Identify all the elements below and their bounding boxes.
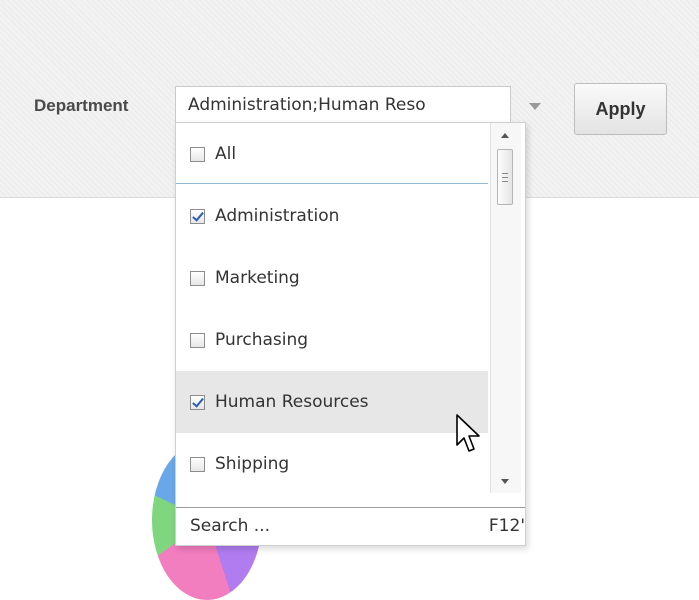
scroll-down-arrow-icon[interactable] [501, 479, 509, 484]
dropdown-item-shipping[interactable]: Shipping [176, 433, 488, 495]
dropdown-item-label: Marketing [215, 268, 300, 288]
checkbox[interactable] [190, 146, 205, 162]
dropdown-scrollbar[interactable] [490, 123, 521, 493]
department-select[interactable]: Administration;Human Reso [175, 86, 511, 122]
department-select-value: Administration;Human Reso [188, 95, 426, 115]
grip-line [502, 177, 508, 178]
dropdown-item-human-resources[interactable]: Human Resources [176, 371, 488, 433]
divider [176, 183, 488, 184]
department-dropdown-list: All Administration Marketing Purchasing … [175, 122, 526, 546]
dropdown-item-purchasing[interactable]: Purchasing [176, 309, 488, 371]
scrollbar-thumb[interactable] [497, 149, 513, 205]
dropdown-item-label: Human Resources [215, 392, 369, 412]
dropdown-search-row[interactable]: Search ... F12' [176, 507, 525, 545]
scroll-up-arrow-icon[interactable] [501, 133, 509, 138]
apply-button[interactable]: Apply [574, 83, 667, 135]
checkbox[interactable] [190, 332, 205, 348]
dropdown-item-label: Purchasing [215, 330, 309, 350]
grip-line [502, 181, 508, 182]
search-link[interactable]: Search ... [190, 516, 270, 536]
search-shortcut: F12' [488, 516, 525, 536]
department-label: Department [34, 96, 129, 115]
mouse-pointer-icon [456, 414, 480, 452]
chevron-down-icon[interactable] [529, 103, 541, 110]
dropdown-item-marketing[interactable]: Marketing [176, 247, 488, 309]
dropdown-item-all[interactable]: All [176, 123, 488, 185]
dropdown-item-administration[interactable]: Administration [176, 185, 488, 247]
checkbox-checked[interactable] [190, 394, 205, 410]
checkbox-checked[interactable] [190, 208, 205, 224]
dropdown-item-label: All [215, 144, 237, 164]
checkbox[interactable] [190, 270, 205, 286]
dropdown-item-label: Administration [215, 206, 340, 226]
checkbox[interactable] [190, 456, 205, 472]
grip-line [502, 173, 508, 174]
dropdown-item-label: Shipping [215, 454, 290, 474]
